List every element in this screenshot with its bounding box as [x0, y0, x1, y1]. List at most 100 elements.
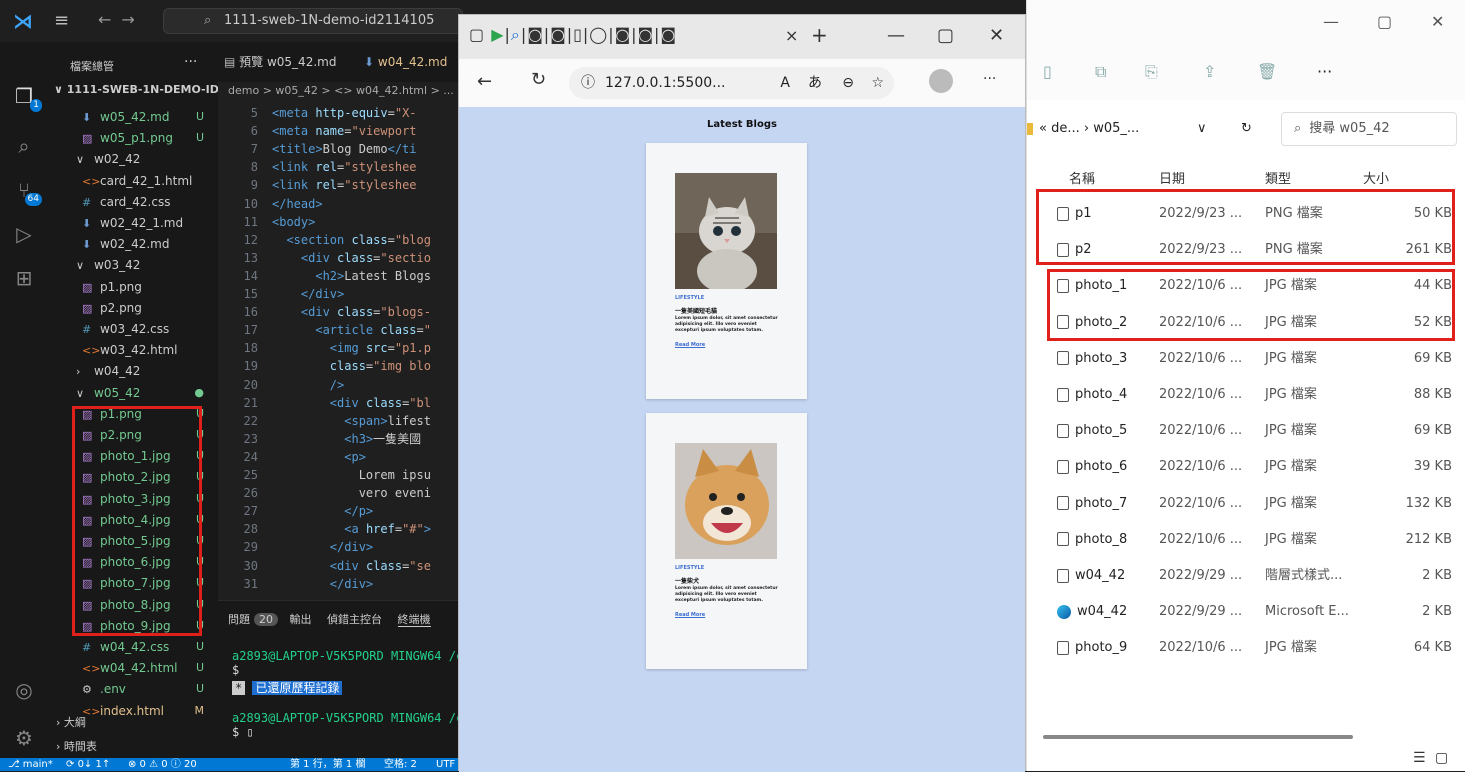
- profile-avatar[interactable]: [929, 69, 953, 93]
- read-aloud-icon[interactable]: A: [780, 67, 790, 99]
- tree-item[interactable]: ∨ w02_42: [48, 148, 218, 170]
- tree-item[interactable]: # w04_42.css U: [48, 636, 218, 658]
- tab-output[interactable]: 輸出: [290, 613, 312, 626]
- code-line[interactable]: 27 </p>: [218, 502, 458, 520]
- code-line[interactable]: 20 />: [218, 376, 458, 394]
- translate-icon[interactable]: あ: [808, 67, 822, 99]
- column-size[interactable]: 大小: [1363, 168, 1389, 187]
- encoding-status[interactable]: UTF: [436, 758, 455, 771]
- file-row[interactable]: w04_42 2022/9/29 ... 階層式樣式... 2 KB: [1027, 558, 1465, 594]
- code-line[interactable]: 28 <a href="#">: [218, 520, 458, 538]
- close-window-icon[interactable]: ✕: [989, 25, 1004, 46]
- project-root[interactable]: ∨ 1111-SWEB-1N-DEMO-ID2...: [54, 83, 218, 96]
- tree-item[interactable]: ∨ w05_42 ●: [48, 382, 218, 404]
- file-row[interactable]: photo_3 2022/10/6 ... JPG 檔案 69 KB: [1027, 341, 1465, 377]
- tab-icons[interactable]: ▢ ▶|⌕|◙|◙|▯|◯|◙|◙|◙: [469, 25, 677, 45]
- column-date[interactable]: 日期: [1159, 168, 1185, 187]
- minimize-icon[interactable]: —: [1323, 12, 1339, 31]
- more-menu-icon[interactable]: ···: [1317, 62, 1332, 81]
- outline-toggle[interactable]: › 大綱: [56, 714, 86, 730]
- tab-preview[interactable]: ▤ 預覽 w05_42.md: [218, 42, 348, 82]
- read-more-link[interactable]: Read More: [675, 612, 705, 618]
- branch-status[interactable]: ⎇ main*: [8, 758, 53, 771]
- tab-debug-console[interactable]: 偵錯主控台: [327, 613, 382, 626]
- close-window-icon[interactable]: ✕: [1431, 12, 1444, 31]
- code-line[interactable]: 31 </div>: [218, 575, 458, 593]
- tree-item[interactable]: › w04_42: [48, 360, 218, 382]
- code-line[interactable]: 16 <div class="blogs-: [218, 303, 458, 321]
- source-control-icon[interactable]: ⑂ 64: [12, 178, 42, 206]
- cut-icon[interactable]: ▯: [1043, 62, 1052, 81]
- tree-item[interactable]: ▨ p2.png: [48, 297, 218, 319]
- address-bar[interactable]: « de... › w05_... ∨ ↻: [1027, 112, 1267, 146]
- sync-status[interactable]: ⟳ 0↓ 1↑: [66, 758, 110, 771]
- code-line[interactable]: 25 Lorem ipsu: [218, 466, 458, 484]
- indent-status[interactable]: 空格: 2: [384, 758, 417, 771]
- extensions-icon[interactable]: ⊞: [12, 266, 36, 290]
- tree-item[interactable]: ⬇ w02_42_1.md: [48, 212, 218, 234]
- tree-item[interactable]: # card_42.css: [48, 191, 218, 213]
- code-line[interactable]: 11 <body>: [218, 213, 458, 231]
- more-menu-icon[interactable]: ···: [983, 71, 996, 87]
- tab-markdown[interactable]: ⬇ w04_42.md: [358, 42, 458, 82]
- search-input[interactable]: ⌕ 搜尋 w05_42: [1281, 112, 1457, 146]
- file-row[interactable]: photo_8 2022/10/6 ... JPG 檔案 212 KB: [1027, 522, 1465, 558]
- code-line[interactable]: 30 <div class="se: [218, 557, 458, 575]
- maximize-icon[interactable]: ▢: [937, 25, 954, 46]
- copy-icon[interactable]: ⧉: [1095, 62, 1106, 82]
- code-line[interactable]: 13 <div class="sectio: [218, 249, 458, 267]
- column-type[interactable]: 類型: [1265, 168, 1291, 187]
- file-row[interactable]: photo_4 2022/10/6 ... JPG 檔案 88 KB: [1027, 377, 1465, 413]
- tree-item[interactable]: ⬇ w05_42.md U: [48, 106, 218, 128]
- file-row[interactable]: photo_9 2022/10/6 ... JPG 檔案 64 KB: [1027, 630, 1465, 666]
- file-row[interactable]: photo_5 2022/10/6 ... JPG 檔案 69 KB: [1027, 413, 1465, 449]
- tree-item[interactable]: ⬇ w02_42.md: [48, 233, 218, 255]
- thumbnail-view-icon[interactable]: ▢: [1435, 750, 1448, 766]
- tab-terminal[interactable]: 終端機: [397, 613, 431, 627]
- account-icon[interactable]: ◎: [12, 678, 36, 702]
- code-line[interactable]: 23 <h3>一隻美國: [218, 430, 458, 448]
- tab-problems[interactable]: 問題: [228, 613, 250, 626]
- tree-item[interactable]: <>w04_42.html U: [48, 657, 218, 679]
- code-line[interactable]: 19 class="img blo: [218, 357, 458, 375]
- code-line[interactable]: 5 <meta http-equiv="X-: [218, 104, 458, 122]
- address-bar[interactable]: ⓘ 127.0.0.1:5500... A あ ⊖ ☆: [569, 67, 894, 99]
- file-row[interactable]: photo_6 2022/10/6 ... JPG 檔案 39 KB: [1027, 449, 1465, 485]
- more-actions-icon[interactable]: ···: [184, 54, 197, 70]
- cursor-position[interactable]: 第 1 行，第 1 欄: [290, 758, 365, 771]
- gear-icon[interactable]: ⚙: [12, 726, 36, 750]
- explorer-icon[interactable]: ❐ 1: [12, 84, 42, 112]
- tree-item[interactable]: # w03_42.css: [48, 318, 218, 340]
- delete-icon[interactable]: 🗑: [1257, 62, 1277, 81]
- back-icon[interactable]: ←: [477, 71, 492, 92]
- tree-item[interactable]: ▨ p1.png: [48, 276, 218, 298]
- code-line[interactable]: 14 <h2>Latest Blogs: [218, 267, 458, 285]
- new-tab-icon[interactable]: +: [811, 23, 828, 47]
- minimize-icon[interactable]: —: [887, 25, 905, 46]
- tree-item[interactable]: <>card_42_1.html: [48, 170, 218, 192]
- details-view-icon[interactable]: ☰: [1413, 750, 1426, 766]
- share-icon[interactable]: ⇪: [1203, 62, 1216, 81]
- zoom-icon[interactable]: ⊖: [842, 67, 854, 99]
- problems-status[interactable]: ⊗ 0 ⚠ 0 ⓘ 20: [128, 758, 197, 771]
- chevron-down-icon[interactable]: ∨: [1197, 112, 1207, 146]
- horizontal-scrollbar[interactable]: [1043, 735, 1353, 739]
- code-line[interactable]: 7 <title>Blog Demo</ti: [218, 140, 458, 158]
- code-line[interactable]: 22 <span>lifest: [218, 412, 458, 430]
- timeline-toggle[interactable]: › 時間表: [56, 738, 97, 754]
- tree-item[interactable]: ∨ w03_42: [48, 254, 218, 276]
- code-line[interactable]: 18 <img src="p1.p: [218, 339, 458, 357]
- search-icon[interactable]: ⌕: [12, 134, 36, 158]
- code-line[interactable]: 24 <p>: [218, 448, 458, 466]
- file-row[interactable]: photo_7 2022/10/6 ... JPG 檔案 132 KB: [1027, 486, 1465, 522]
- nav-arrows[interactable]: ←→: [98, 10, 145, 29]
- file-row[interactable]: w04_42 2022/9/29 ... Microsoft E... 2 KB: [1027, 594, 1465, 630]
- read-more-link[interactable]: Read More: [675, 342, 705, 348]
- code-line[interactable]: 9 <link rel="styleshee: [218, 176, 458, 194]
- code-line[interactable]: 21 <div class="bl: [218, 394, 458, 412]
- code-line[interactable]: 17 <article class=": [218, 321, 458, 339]
- tree-item[interactable]: <>w03_42.html: [48, 339, 218, 361]
- tree-item[interactable]: ⚙ .env U: [48, 678, 218, 700]
- menu-icon[interactable]: ≡: [54, 10, 69, 31]
- paste-icon[interactable]: ⎘: [1145, 62, 1158, 82]
